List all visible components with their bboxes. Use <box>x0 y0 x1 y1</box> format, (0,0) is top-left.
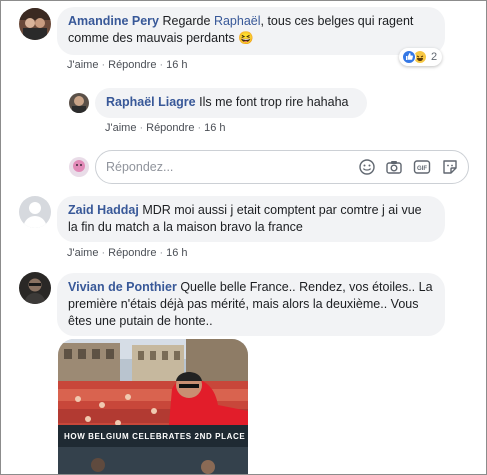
comment-actions: J'aime · Répondre · 16 h <box>67 59 188 72</box>
avatar-amandine[interactable] <box>19 8 51 40</box>
reply-bubble: Raphaël Liagre Ils me font trop rire hah… <box>95 88 367 118</box>
like-link[interactable]: J'aime <box>67 59 98 71</box>
comment-author[interactable]: Amandine Pery <box>68 14 159 28</box>
timestamp[interactable]: 16 h <box>166 59 187 71</box>
reply-link[interactable]: Répondre <box>108 59 156 71</box>
reply-composer: GIF <box>95 150 469 184</box>
comment-bubble: Zaid Haddaj MDR moi aussi j etait compte… <box>57 196 445 242</box>
comment-actions: J'aime · Répondre · 16 h <box>67 247 188 260</box>
separator: · <box>159 247 164 259</box>
comment-bubble: Vivian de Ponthier Quelle belle France..… <box>57 273 445 336</box>
reaction-count: 2 <box>431 51 438 63</box>
avatar-raphael[interactable] <box>69 93 89 113</box>
comment-author[interactable]: Vivian de Ponthier <box>68 280 177 294</box>
gif-icon[interactable]: GIF <box>413 158 431 176</box>
reactions-summary[interactable]: 2 <box>399 48 443 66</box>
comment-photo[interactable]: HOW BELGIUM CELEBRATES 2ND PLACE <box>58 339 248 474</box>
like-link[interactable]: J'aime <box>105 122 136 134</box>
avatar-current-user <box>69 157 89 177</box>
separator: · <box>139 122 144 134</box>
comment-text: Regarde <box>162 14 214 28</box>
crowd-photo-image <box>58 339 248 474</box>
comment-author[interactable]: Raphaël Liagre <box>106 95 196 109</box>
emoji-icon[interactable] <box>358 158 376 176</box>
separator: · <box>101 59 106 71</box>
photo-caption: HOW BELGIUM CELEBRATES 2ND PLACE <box>64 432 246 441</box>
sticker-icon[interactable] <box>441 158 459 176</box>
comments-thread: Amandine Pery Regarde Raphaël, tous ces … <box>0 0 487 475</box>
separator: · <box>197 122 202 134</box>
camera-icon[interactable] <box>385 158 403 176</box>
like-link[interactable]: J'aime <box>67 247 98 259</box>
timestamp[interactable]: 16 h <box>166 247 187 259</box>
comment-actions: J'aime · Répondre · 16 h <box>105 122 226 135</box>
reply-link[interactable]: Répondre <box>146 122 194 134</box>
comment-bubble: Amandine Pery Regarde Raphaël, tous ces … <box>57 7 445 55</box>
separator: · <box>159 59 164 71</box>
mention-link[interactable]: Raphaël <box>214 14 261 28</box>
comment-author[interactable]: Zaid Haddaj <box>68 203 139 217</box>
svg-text:GIF: GIF <box>417 166 427 172</box>
like-reaction-icon <box>402 50 416 64</box>
avatar-vivian[interactable] <box>19 272 51 304</box>
timestamp[interactable]: 16 h <box>204 122 225 134</box>
avatar-zaid[interactable] <box>19 196 51 228</box>
reply-link[interactable]: Répondre <box>108 247 156 259</box>
separator: · <box>101 247 106 259</box>
comment-text: Ils me font trop rire hahaha <box>199 95 349 109</box>
reply-input[interactable] <box>106 158 346 176</box>
